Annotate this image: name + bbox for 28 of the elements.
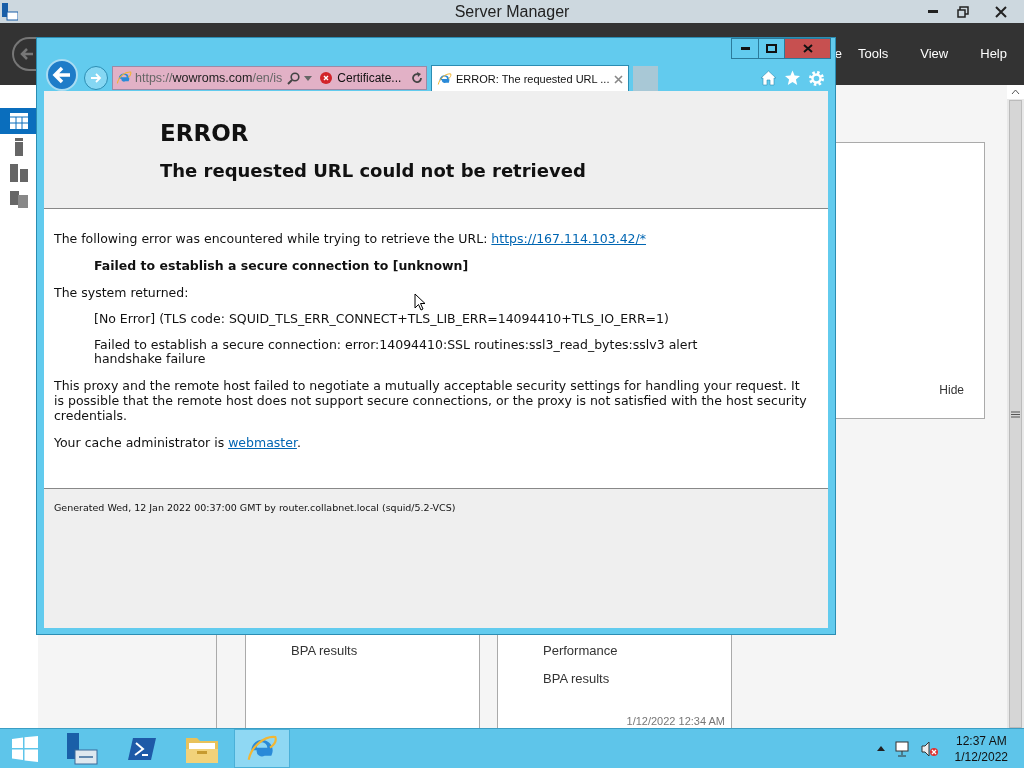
error-detail: [No Error] (TLS code: SQUID_TLS_ERR_CONNECT+TLS_LIB_ERR=14094410+TLS_IO_ERR=1) — [94, 312, 669, 326]
error-detail: Failed to establish a secure connection: error:14094410:SSL routines:ssl3_read_bytes:sslv3 alert handshake failure — [94, 338, 699, 366]
clock-date: 1/12/2022 — [954, 748, 1008, 765]
error-text: Your cache administrator is webmaster. — [54, 435, 301, 450]
error-subheading: The requested URL could not be retrieved — [160, 159, 586, 183]
link[interactable]: https://167.114.103.42/* — [491, 231, 646, 246]
certificate-warning[interactable]: Certificate... — [337, 69, 402, 87]
menu-item[interactable]: View — [920, 44, 949, 64]
menu-item[interactable]: Tools — [857, 44, 889, 64]
timestamp: 1/12/2022 12:34 AM — [626, 714, 725, 728]
browser-tab[interactable]: ERROR: The requested URL ... — [431, 65, 629, 92]
error-text: The following error was encountered while trying to retrieve the URL: https://167.114.103.42/* — [54, 231, 646, 246]
address-bar[interactable]: https://wowroms.com/en/is Certificate... — [112, 66, 427, 90]
card-link[interactable]: Performance — [543, 637, 618, 665]
error-text: The system returned: — [54, 285, 189, 300]
window-title: Server Manager — [453, 1, 571, 22]
error-text: This proxy and the remote host failed to negotiate a mutually acceptable security settings for handling your request. It is possible that the remote host does not support secure connections, or the proxy is not satisfied with the host security credentials. — [54, 378, 808, 423]
menu-item[interactable]: Help — [980, 44, 1007, 64]
error-heading: ERROR — [160, 119, 249, 147]
clock-time: 12:37 AM — [955, 732, 1007, 749]
error-detail: Failed to establish a secure connection to [unknown] — [94, 258, 469, 273]
link[interactable]: webmaster — [228, 435, 297, 450]
hide-link[interactable]: Hide — [939, 381, 964, 399]
footer-text: Generated Wed, 12 Jan 2022 00:37:00 GMT by router.collabnet.local (squid/5.2-VCS) — [54, 502, 456, 513]
card-link[interactable]: BPA results — [291, 637, 358, 665]
clock[interactable]: 12:37 AM 1/12/2022 — [954, 732, 1008, 765]
card-link[interactable]: BPA results — [543, 665, 610, 693]
url-text: https://wowroms.com/en/is — [135, 69, 283, 87]
